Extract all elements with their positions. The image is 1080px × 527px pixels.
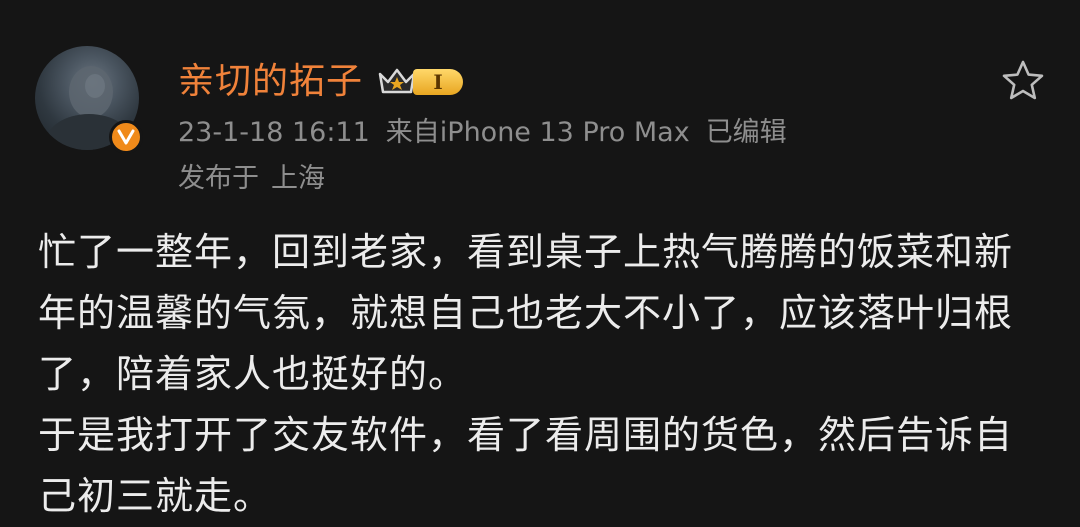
- author-row: 亲切的拓子 I: [178, 60, 464, 104]
- crown-icon: [378, 68, 416, 94]
- location-prefix: 发布于: [178, 163, 259, 194]
- post-body: 忙了一整年，回到老家，看到桌子上热气腾腾的饭菜和新年的温馨的气氛，就想自己也老大…: [38, 222, 1048, 527]
- user-level-badge[interactable]: I: [377, 65, 464, 99]
- post-source: 来自iPhone 13 Pro Max: [385, 117, 690, 148]
- post-paragraph: 忙了一整年，回到老家，看到桌子上热气腾腾的饭菜和新年的温馨的气氛，就想自己也老大…: [38, 230, 1014, 396]
- post-location: 发布于 上海: [178, 160, 325, 198]
- avatar-container[interactable]: [35, 46, 143, 154]
- star-outline-icon: [1002, 60, 1044, 100]
- location-city: 上海: [271, 163, 325, 194]
- favorite-button[interactable]: [1000, 58, 1046, 104]
- post-meta: 23-1-18 16:11 来自iPhone 13 Pro Max 已编辑: [178, 114, 787, 152]
- verified-v-icon: [109, 120, 143, 154]
- level-label: I: [413, 69, 464, 95]
- username[interactable]: 亲切的拓子: [178, 60, 363, 104]
- post-timestamp: 23-1-18 16:11: [178, 117, 370, 148]
- edited-label[interactable]: 已编辑: [706, 117, 787, 148]
- weibo-post: 亲切的拓子 I 23-1-18 16:11 来自iPhone 13 Pro Max…: [0, 0, 1080, 518]
- post-paragraph: 于是我打开了交友软件，看了看周围的货色，然后告诉自己初三就走。: [38, 413, 1014, 518]
